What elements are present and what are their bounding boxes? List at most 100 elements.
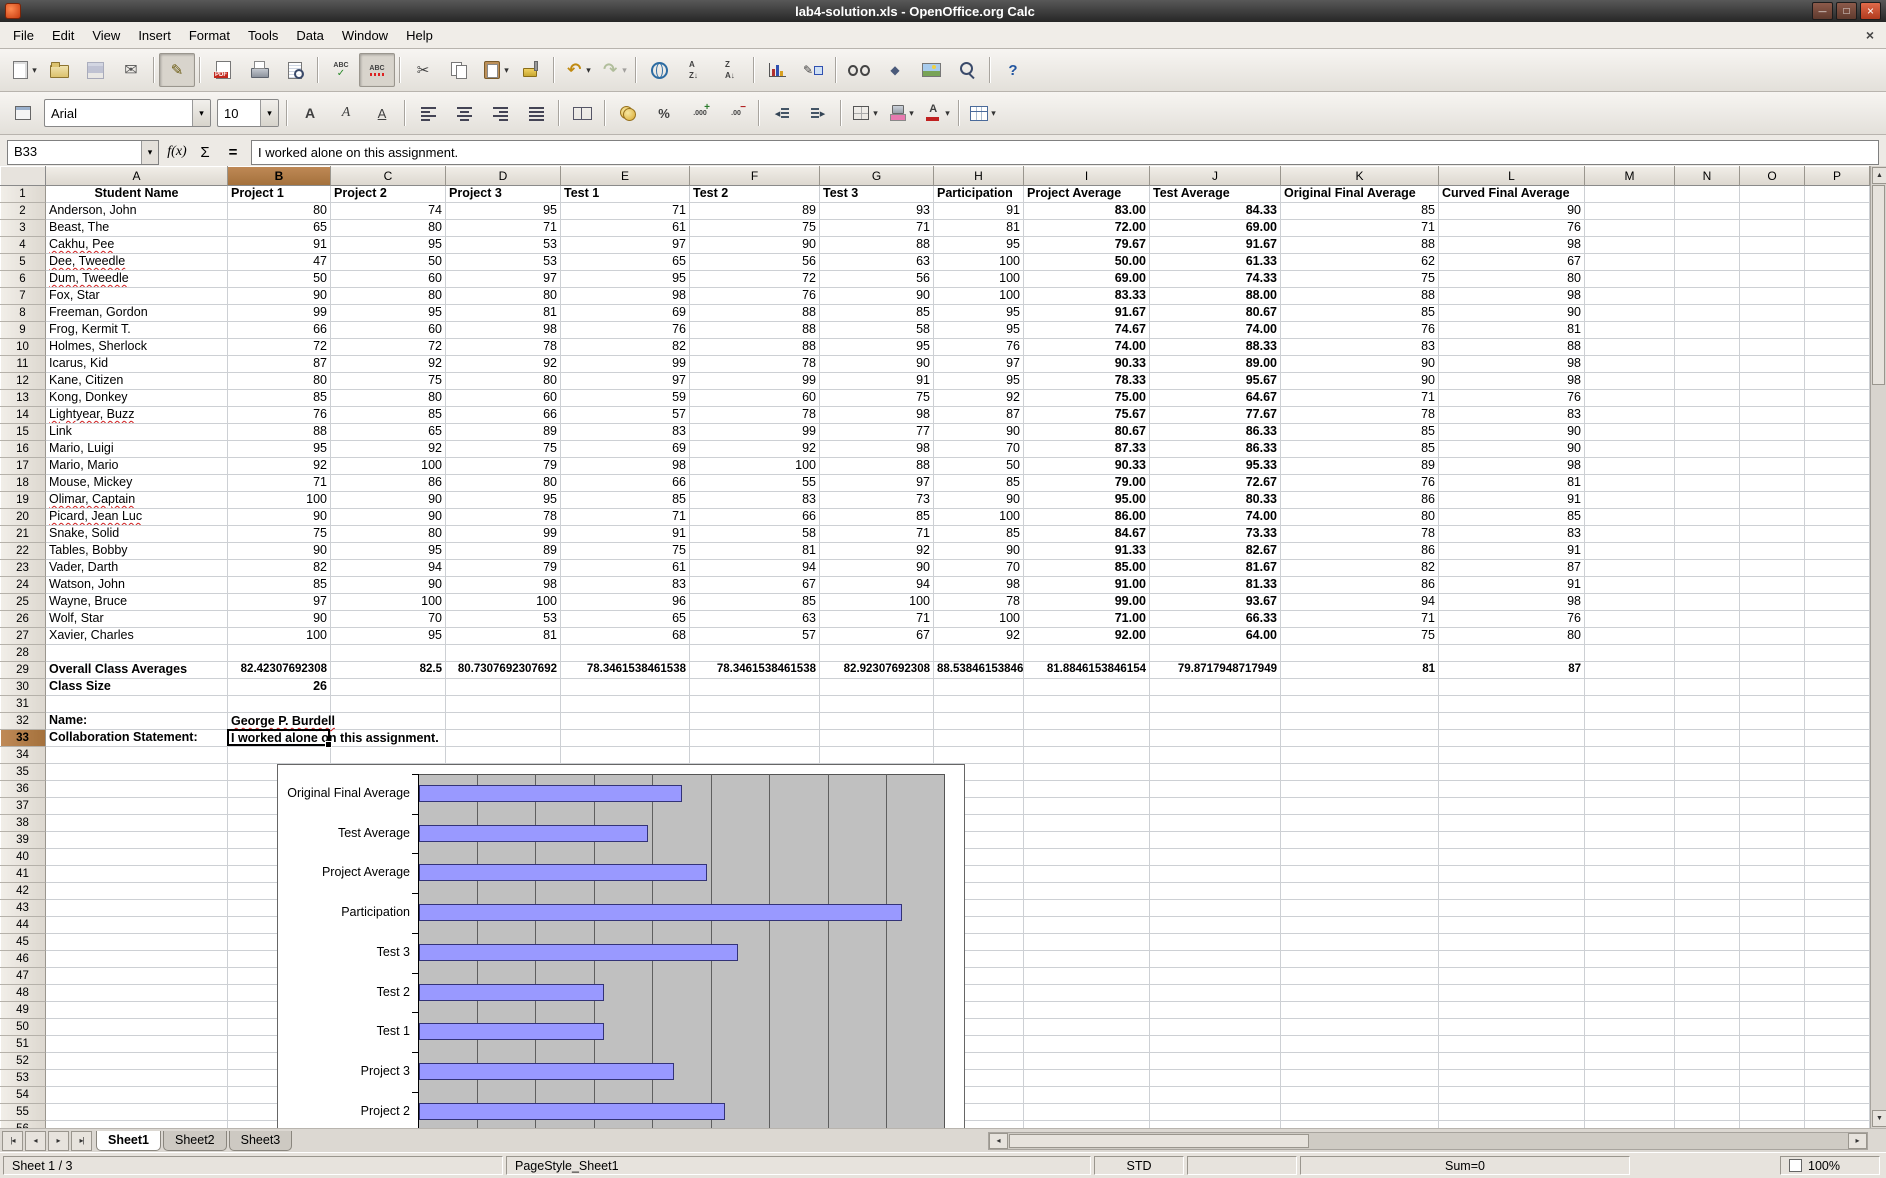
cell-M33[interactable] bbox=[1585, 730, 1675, 747]
cell-K51[interactable] bbox=[1281, 1036, 1439, 1053]
cell-H23[interactable]: 70 bbox=[934, 560, 1024, 577]
cell-O29[interactable] bbox=[1740, 662, 1805, 679]
cell-I14[interactable]: 75.67 bbox=[1024, 407, 1150, 424]
cell-I20[interactable]: 86.00 bbox=[1024, 509, 1150, 526]
cell-K47[interactable] bbox=[1281, 968, 1439, 985]
cell-D18[interactable]: 80 bbox=[446, 475, 561, 492]
cell-E27[interactable]: 68 bbox=[561, 628, 690, 645]
scroll-up-button[interactable] bbox=[1872, 167, 1886, 184]
row-header-42[interactable]: 42 bbox=[0, 883, 46, 900]
cell-J29[interactable]: 79.8717948717949 bbox=[1150, 662, 1281, 679]
cell-M55[interactable] bbox=[1585, 1104, 1675, 1121]
gallery-button[interactable] bbox=[913, 53, 949, 87]
cell-M20[interactable] bbox=[1585, 509, 1675, 526]
sheet-tab-sheet1[interactable]: Sheet1 bbox=[96, 1131, 161, 1151]
cell-B29[interactable]: 82.42307692308 bbox=[228, 662, 331, 679]
cell-A29[interactable]: Overall Class Averages bbox=[46, 662, 228, 679]
cell-C34[interactable] bbox=[331, 747, 446, 764]
chevron-down-icon[interactable]: ▾ bbox=[192, 100, 210, 126]
cut-button[interactable] bbox=[405, 53, 441, 87]
cell-J42[interactable] bbox=[1150, 883, 1281, 900]
cell-K32[interactable] bbox=[1281, 713, 1439, 730]
cell-D26[interactable]: 53 bbox=[446, 611, 561, 628]
cell-D11[interactable]: 92 bbox=[446, 356, 561, 373]
cell-L56[interactable] bbox=[1439, 1121, 1585, 1128]
cell-P30[interactable] bbox=[1805, 679, 1870, 696]
cell-K53[interactable] bbox=[1281, 1070, 1439, 1087]
cell-L54[interactable] bbox=[1439, 1087, 1585, 1104]
cell-J44[interactable] bbox=[1150, 917, 1281, 934]
cell-P53[interactable] bbox=[1805, 1070, 1870, 1087]
cell-D21[interactable]: 99 bbox=[446, 526, 561, 543]
cell-G9[interactable]: 58 bbox=[820, 322, 934, 339]
cell-O24[interactable] bbox=[1740, 577, 1805, 594]
cell-O1[interactable] bbox=[1740, 186, 1805, 203]
cell-A1[interactable]: Student Name bbox=[46, 186, 228, 203]
cell-J41[interactable] bbox=[1150, 866, 1281, 883]
cell-C20[interactable]: 90 bbox=[331, 509, 446, 526]
cell-A43[interactable] bbox=[46, 900, 228, 917]
row-header-48[interactable]: 48 bbox=[0, 985, 46, 1002]
cell-K49[interactable] bbox=[1281, 1002, 1439, 1019]
cell-L31[interactable] bbox=[1439, 696, 1585, 713]
cell-B31[interactable] bbox=[228, 696, 331, 713]
cell-P55[interactable] bbox=[1805, 1104, 1870, 1121]
cell-P24[interactable] bbox=[1805, 577, 1870, 594]
cell-L55[interactable] bbox=[1439, 1104, 1585, 1121]
chevron-down-icon[interactable]: ▾ bbox=[141, 141, 158, 164]
cell-A19[interactable]: Olimar, Captain bbox=[46, 492, 228, 509]
cell-H5[interactable]: 100 bbox=[934, 254, 1024, 271]
cell-A10[interactable]: Holmes, Sherlock bbox=[46, 339, 228, 356]
styles-formatting-button[interactable] bbox=[5, 96, 41, 130]
row-header-21[interactable]: 21 bbox=[0, 526, 46, 543]
cell-N6[interactable] bbox=[1675, 271, 1740, 288]
cell-B12[interactable]: 80 bbox=[228, 373, 331, 390]
cell-F27[interactable]: 57 bbox=[690, 628, 820, 645]
cell-I38[interactable] bbox=[1024, 815, 1150, 832]
cell-N9[interactable] bbox=[1675, 322, 1740, 339]
horizontal-scroll-thumb[interactable] bbox=[1009, 1134, 1309, 1148]
cell-P23[interactable] bbox=[1805, 560, 1870, 577]
cell-B20[interactable]: 90 bbox=[228, 509, 331, 526]
col-header-P[interactable]: P bbox=[1805, 166, 1870, 186]
cell-N7[interactable] bbox=[1675, 288, 1740, 305]
cell-I36[interactable] bbox=[1024, 781, 1150, 798]
cell-B4[interactable]: 91 bbox=[228, 237, 331, 254]
align-center-button[interactable] bbox=[446, 96, 482, 130]
draw-functions-button[interactable] bbox=[795, 53, 831, 87]
cell-J8[interactable]: 80.67 bbox=[1150, 305, 1281, 322]
cell-J45[interactable] bbox=[1150, 934, 1281, 951]
cell-O39[interactable] bbox=[1740, 832, 1805, 849]
cell-E16[interactable]: 69 bbox=[561, 441, 690, 458]
row-header-40[interactable]: 40 bbox=[0, 849, 46, 866]
scroll-down-button[interactable] bbox=[1872, 1110, 1886, 1127]
find-replace-button[interactable] bbox=[841, 53, 877, 87]
cell-E2[interactable]: 71 bbox=[561, 203, 690, 220]
cell-K28[interactable] bbox=[1281, 645, 1439, 662]
cell-N15[interactable] bbox=[1675, 424, 1740, 441]
function-button[interactable]: = bbox=[220, 140, 246, 164]
row-header-46[interactable]: 46 bbox=[0, 951, 46, 968]
row-header-17[interactable]: 17 bbox=[0, 458, 46, 475]
cell-J40[interactable] bbox=[1150, 849, 1281, 866]
cell-H26[interactable]: 100 bbox=[934, 611, 1024, 628]
cell-L19[interactable]: 91 bbox=[1439, 492, 1585, 509]
cell-E5[interactable]: 65 bbox=[561, 254, 690, 271]
cell-I46[interactable] bbox=[1024, 951, 1150, 968]
cell-F20[interactable]: 66 bbox=[690, 509, 820, 526]
cell-D13[interactable]: 60 bbox=[446, 390, 561, 407]
row-header-28[interactable]: 28 bbox=[0, 645, 46, 662]
cell-J39[interactable] bbox=[1150, 832, 1281, 849]
cell-K2[interactable]: 85 bbox=[1281, 203, 1439, 220]
cell-N2[interactable] bbox=[1675, 203, 1740, 220]
cell-F24[interactable]: 67 bbox=[690, 577, 820, 594]
cell-D31[interactable] bbox=[446, 696, 561, 713]
cell-J38[interactable] bbox=[1150, 815, 1281, 832]
cell-O34[interactable] bbox=[1740, 747, 1805, 764]
zoom-button[interactable] bbox=[949, 53, 985, 87]
cell-J4[interactable]: 91.67 bbox=[1150, 237, 1281, 254]
cell-P50[interactable] bbox=[1805, 1019, 1870, 1036]
cell-L20[interactable]: 85 bbox=[1439, 509, 1585, 526]
cell-P45[interactable] bbox=[1805, 934, 1870, 951]
row-header-49[interactable]: 49 bbox=[0, 1002, 46, 1019]
